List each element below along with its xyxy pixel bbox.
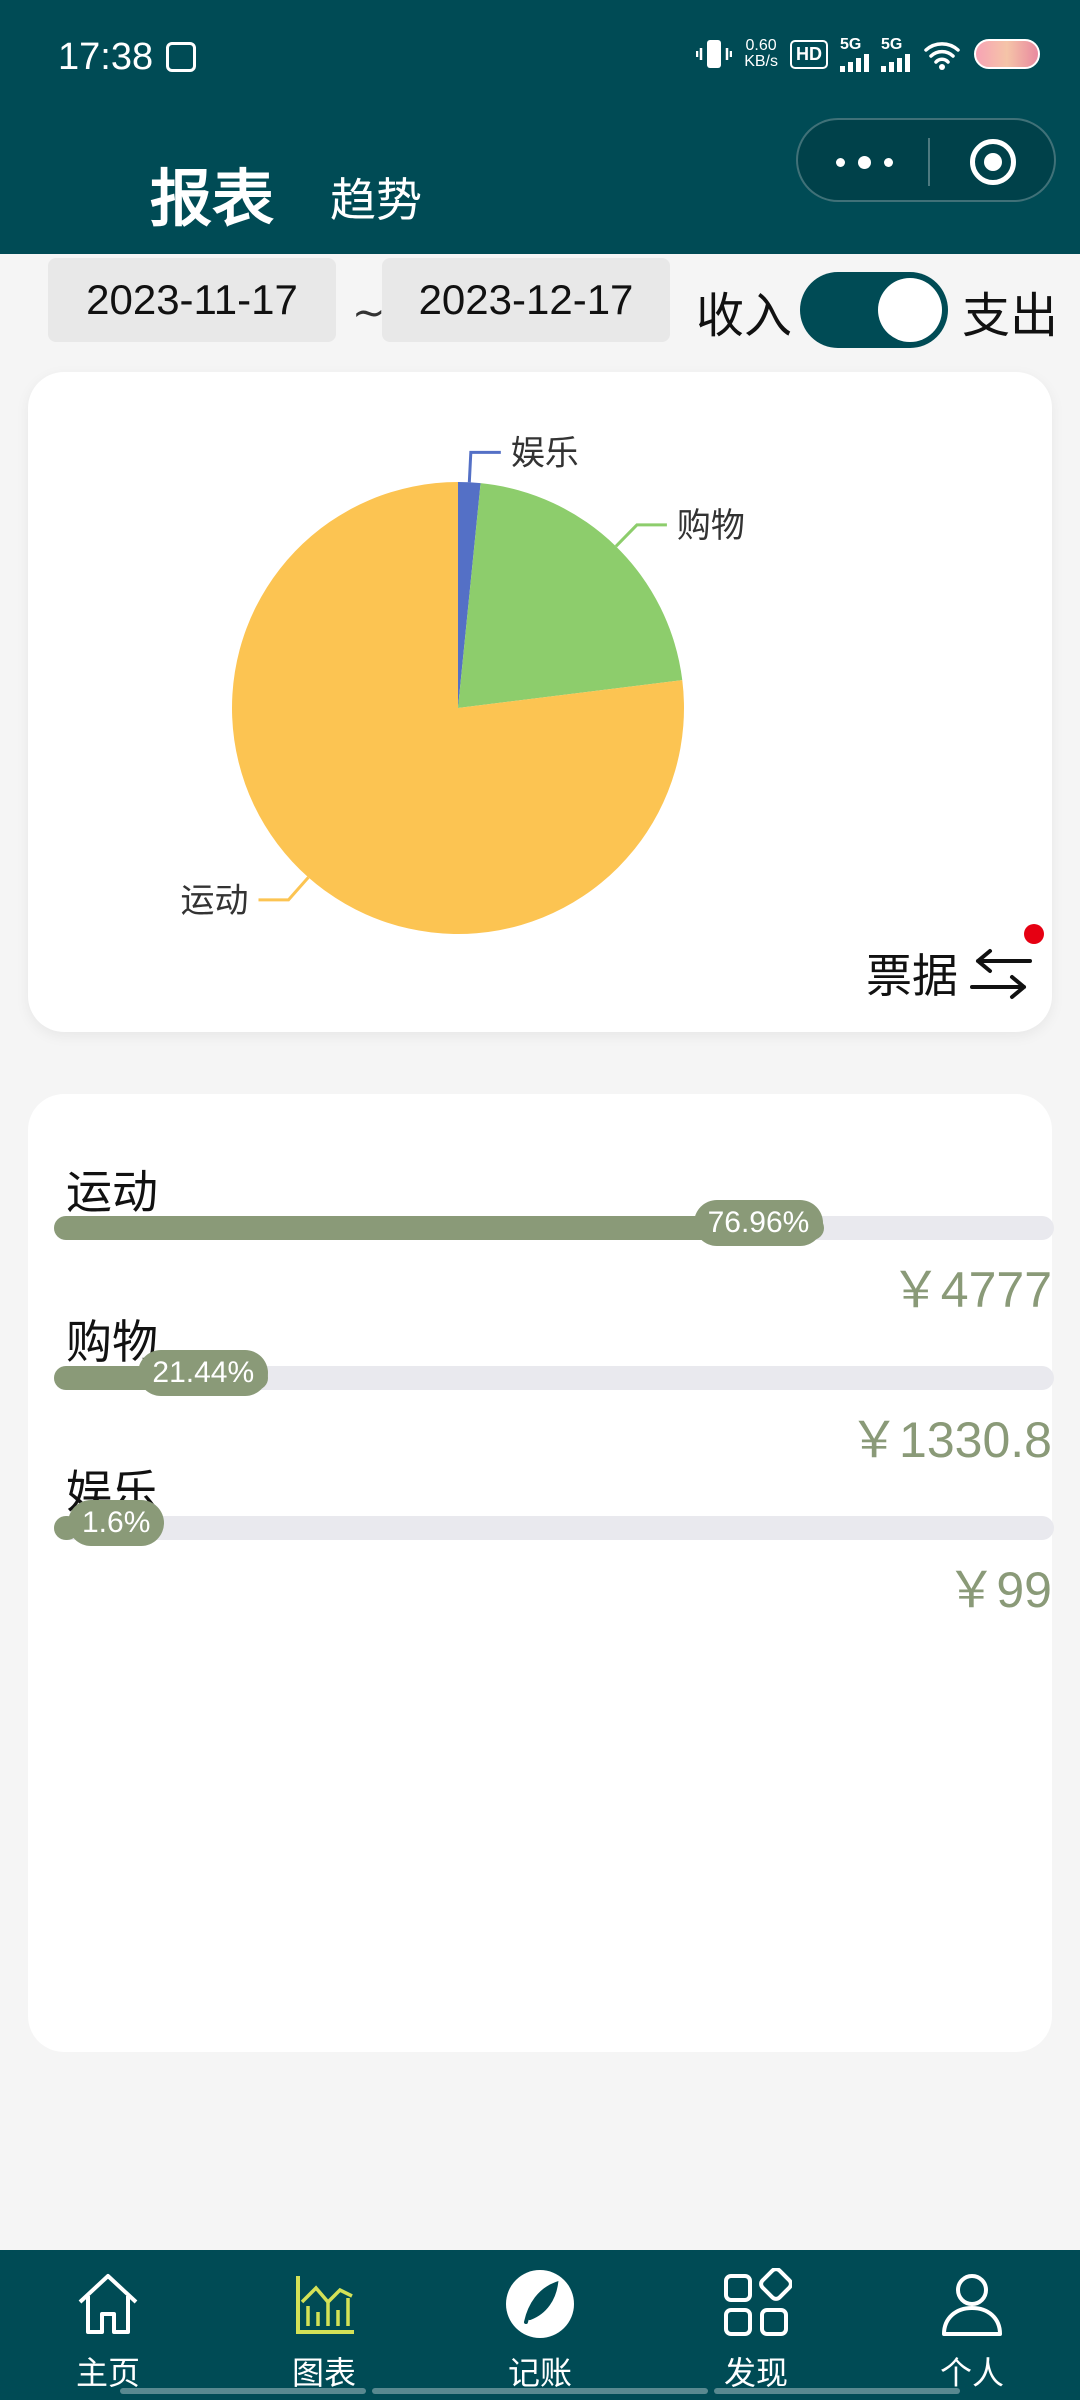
income-label: 收入 xyxy=(696,288,793,344)
pie-chart: 娱乐购物运动 xyxy=(180,433,745,934)
gesture-bar xyxy=(120,2388,366,2394)
close-miniprogram-icon[interactable] xyxy=(970,139,1016,185)
pie-leader-line xyxy=(258,876,310,902)
nav-bookkeeping[interactable]: 记账 xyxy=(470,2268,610,2392)
receipt-toggle[interactable]: 票据 xyxy=(866,940,1036,1006)
bottom-nav: 主页 图表 记账 发现 个人 xyxy=(0,2250,1080,2400)
status-time: 17:38 xyxy=(58,36,154,78)
feather-icon xyxy=(506,2270,574,2338)
percent-badge: 1.6% xyxy=(68,1500,165,1546)
pie-chart-card: 娱乐购物运动 票据 xyxy=(28,372,1052,1032)
progress-track: 76.96% xyxy=(54,1200,1054,1246)
nav-discover[interactable]: 发现 xyxy=(686,2267,826,2392)
nav-profile[interactable]: 个人 xyxy=(902,2268,1042,2392)
hd-icon: HD xyxy=(790,39,828,69)
pie-leader-line xyxy=(614,523,667,548)
receipt-label: 票据 xyxy=(866,949,958,1003)
percent-badge: 21.44% xyxy=(138,1350,269,1396)
expense-label: 支出 xyxy=(962,288,1059,344)
progress-track: 21.44% xyxy=(54,1350,1054,1396)
date-separator: ~ xyxy=(352,290,386,336)
app-header: 17:38 0.60 KB/s HD 5G 5G 报表 趋势 xyxy=(0,0,1080,254)
nav-chart[interactable]: 图表 xyxy=(254,2268,394,2392)
pie-slice[interactable] xyxy=(458,483,683,708)
signal-icon-2: 5G xyxy=(881,36,910,72)
wifi-icon xyxy=(924,42,960,70)
notification-dot xyxy=(1024,924,1044,944)
gesture-bar xyxy=(372,2388,708,2394)
pie-label: 运动 xyxy=(180,881,248,921)
home-icon xyxy=(78,2274,138,2334)
gesture-bar xyxy=(714,2388,960,2394)
percent-badge: 76.96% xyxy=(693,1200,824,1246)
grid-icon xyxy=(724,2267,793,2336)
status-bar: 17:38 0.60 KB/s HD 5G 5G xyxy=(0,0,1080,118)
progress-track: 1.6% xyxy=(54,1500,1054,1546)
vibrate-icon xyxy=(696,40,733,68)
more-icon[interactable] xyxy=(836,147,896,177)
start-date-picker[interactable]: 2023-11-17 xyxy=(48,258,336,342)
category-amount: ￥1330.8 xyxy=(849,1412,1052,1468)
tab-trend[interactable]: 趋势 xyxy=(330,164,422,230)
category-amount: ￥4777 xyxy=(890,1262,1052,1318)
miniprogram-capsule xyxy=(796,118,1056,202)
capsule-divider xyxy=(928,138,930,186)
app-notification-icon xyxy=(166,42,196,72)
pie-leader-line xyxy=(467,450,501,483)
category-amount: ￥99 xyxy=(946,1562,1052,1618)
category-list-card: 运动 76.96% ￥4777 购物 21.44% ￥1330.8 娱乐 1.6% ￥99 xyxy=(28,1094,1054,2052)
income-expense-toggle[interactable] xyxy=(800,272,948,348)
net-speed: 0.60 KB/s xyxy=(744,37,778,70)
tab-report[interactable]: 报表 xyxy=(150,148,274,238)
toggle-knob xyxy=(878,278,942,342)
signal-icon: 5G xyxy=(840,36,869,72)
nav-home[interactable]: 主页 xyxy=(38,2268,178,2392)
pie-label: 娱乐 xyxy=(511,433,579,473)
status-icons: 0.60 KB/s HD 5G 5G xyxy=(696,36,1040,72)
end-date-picker[interactable]: 2023-12-17 xyxy=(382,258,670,342)
chart-icon xyxy=(296,2276,354,2334)
category-name: 运动 xyxy=(66,1165,158,1219)
swap-icon xyxy=(970,949,1032,999)
battery-icon xyxy=(974,39,1040,69)
pie-label: 购物 xyxy=(677,506,745,546)
user-icon xyxy=(942,2274,1002,2336)
